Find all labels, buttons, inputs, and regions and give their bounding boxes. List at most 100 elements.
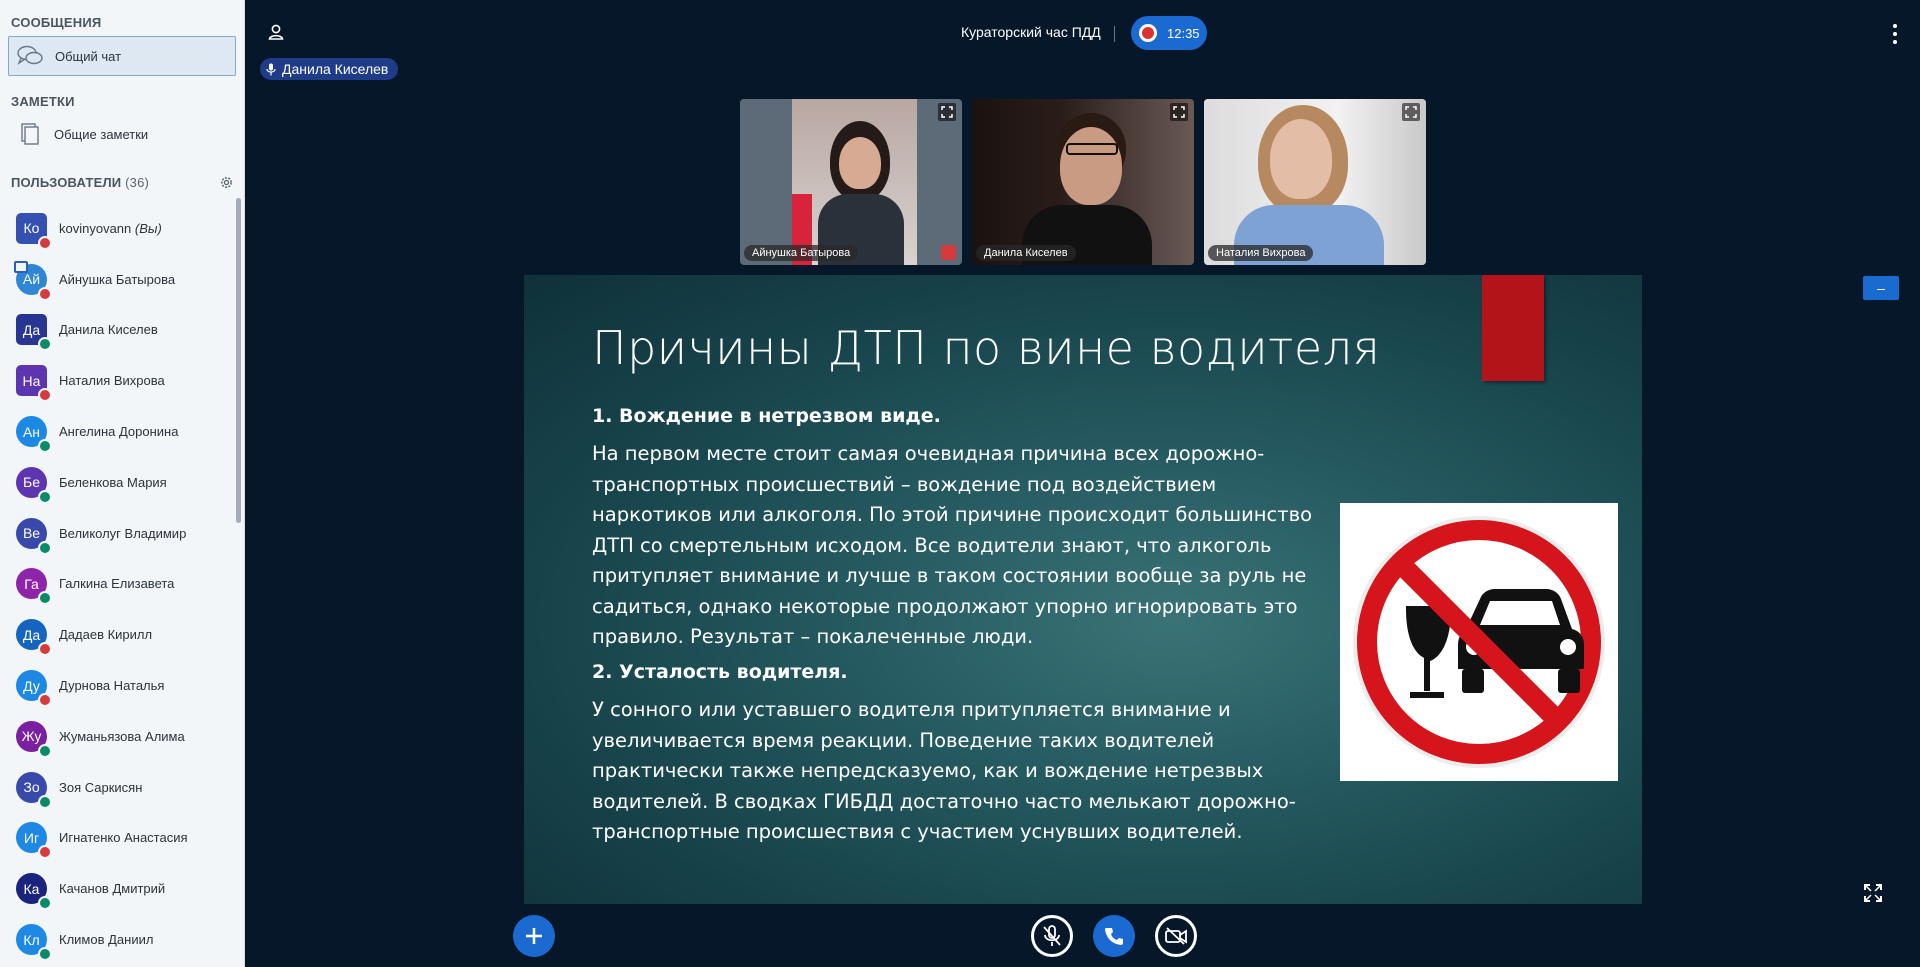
public-chat-label: Общий чат [55,48,122,64]
shared-notes-item[interactable]: Общие заметки [8,114,236,154]
video-name-label[interactable]: Наталия Вихрова [1208,245,1314,261]
minimize-presentation-button[interactable]: – [1863,276,1899,300]
avatar: Зо [16,771,52,809]
avatar-initials: Ан [22,423,41,440]
user-list-item[interactable]: Га Галкина Елизавета [0,559,235,610]
recording-indicator[interactable]: 12:35 [1131,16,1207,50]
user-name: Качанов Дмитрий [59,881,165,896]
avatar-initials: Кл [23,931,40,948]
sidebar-scrollbar[interactable] [236,198,241,523]
user-name-text: Великолуг Владимир [59,525,187,541]
users-title-text: ПОЛЬЗОВАТЕЛИ [11,174,122,190]
user-name: Ангелина Доронина [59,424,178,439]
user-name-text: Беленкова Мария [59,474,167,490]
muted-mic-icon [38,642,52,657]
title-divider [1114,26,1115,42]
slide-heading-1: 1. Вождение в нетрезвом виде. [592,405,941,427]
mute-button[interactable] [1031,915,1073,957]
avatar: Иг [16,822,52,860]
user-name-text: Игнатенко Анастасия [59,830,188,846]
user-name: Дурнова Наталья [59,678,164,693]
user-list-item[interactable]: Да Дадаев Кирилл [0,609,235,660]
headphones-icon [38,743,52,758]
avatar-initials: Зо [23,779,40,796]
talking-user-name: Данила Киселев [282,61,389,77]
user-list-item[interactable]: Да Данила Киселев [0,305,235,356]
sidebar: СООБЩЕНИЯ Общий чат ЗАМЕТКИ Общие заметк… [0,0,245,967]
user-name-text: Ангелина Доронина [59,424,179,440]
avatar: Кл [16,924,52,962]
microphone-off-icon [1043,925,1061,946]
record-icon [1139,24,1157,42]
muted-mic-icon [38,235,52,250]
user-list-item[interactable]: Ко kovinyovann (Вы) [0,203,235,254]
video-name-label[interactable]: Айнушка Батырова [744,245,859,261]
video-tile-1[interactable]: Айнушка Батырова [740,99,962,265]
user-list-item[interactable]: Кл Климов Даниил [0,914,235,965]
avatar: Ду [16,670,52,708]
notes-section-title: ЗАМЕТКИ [11,94,75,109]
user-list-item[interactable]: Зо Зоя Саркисян [0,762,235,813]
slide-paragraph-1: На первом месте стоит самая очевидная пр… [592,442,1313,648]
users-section-title: ПОЛЬЗОВАТЕЛИ (36) [0,154,244,194]
video-name-label[interactable]: Данила Киселев [976,245,1076,261]
actions-button[interactable] [513,915,555,957]
video-tile-3[interactable]: Наталия Вихрова [1204,99,1426,265]
avatar-initials: Ду [23,677,40,694]
user-name-text: kovinyovann [59,220,132,236]
user-list-item[interactable]: На Наталия Вихрова [0,355,235,406]
avatar-initials: Да [22,626,41,643]
user-name: Наталия Вихрова [59,373,165,388]
expand-icon[interactable] [1402,103,1420,121]
slide-heading-2: 2. Усталость водителя. [592,661,848,683]
slide-paragraph-2: У сонного или уставшего водителя притупл… [592,698,1296,843]
avatar: Га [16,568,52,606]
avatar-initials: Ко [23,220,40,237]
plus-icon [526,928,542,944]
headphones-icon [38,591,52,606]
avatar-initials: Бе [23,474,40,491]
user-list-item[interactable]: Бе Беленкова Мария [0,457,235,508]
video-tile-2[interactable]: Данила Киселев [972,99,1194,265]
user-name: kovinyovann (Вы) [59,221,162,236]
expand-icon[interactable] [1170,103,1188,121]
presentation-slide: Причины ДТП по вине водителя 1. Вождение… [524,275,1642,904]
user-list-item[interactable]: Ве Великолуг Владимир [0,508,235,559]
avatar: Да [16,314,52,352]
share-webcam-button[interactable] [1155,915,1197,957]
user-list-item[interactable]: Ан Ангелина Доронина [0,406,235,457]
headphones-icon [38,540,52,555]
user-name: Данила Киселев [59,322,158,337]
options-menu-icon[interactable] [1892,24,1898,44]
public-chat-item[interactable]: Общий чат [8,36,236,76]
user-name: Зоя Саркисян [59,780,142,795]
slide-title: Причины ДТП по вине водителя [592,321,1381,375]
user-name: Климов Даниил [59,932,153,947]
user-name: Великолуг Владимир [59,526,186,541]
no-drunk-driving-sign [1340,503,1618,781]
avatar-initials: Ка [23,880,40,897]
user-name-text: Айнушка Батырова [59,271,176,287]
user-name-text: Дадаев Кирилл [59,627,153,643]
user-list-item[interactable]: Ай Айнушка Батырова [0,254,235,305]
avatar: Ко [16,212,52,250]
microphone-icon [266,63,276,75]
user-list-item[interactable]: Ду Дурнова Наталья [0,660,235,711]
user-list-item[interactable]: Ка Качанов Дмитрий [0,863,235,914]
user-list-item[interactable]: Иг Игнатенко Анастасия [0,813,235,864]
expand-icon[interactable] [938,103,956,121]
shared-notes-label: Общие заметки [54,126,149,142]
muted-mic-icon [38,286,52,301]
headphones-icon [38,489,52,504]
phone-icon [1105,928,1123,945]
muted-mic-icon [38,388,52,403]
user-list-item[interactable]: Жу Жуманьязова Алима [0,711,235,762]
headphones-icon [38,896,52,911]
leave-audio-button[interactable] [1093,915,1135,957]
user-name-text: Зоя Саркисян [59,779,143,795]
user-list-toggle-icon[interactable] [266,22,286,42]
fullscreen-icon[interactable] [1863,883,1883,903]
gear-icon[interactable] [219,175,234,190]
user-name-text: Жуманьязова Алима [59,728,185,744]
user-name: Жуманьязова Алима [59,729,185,744]
